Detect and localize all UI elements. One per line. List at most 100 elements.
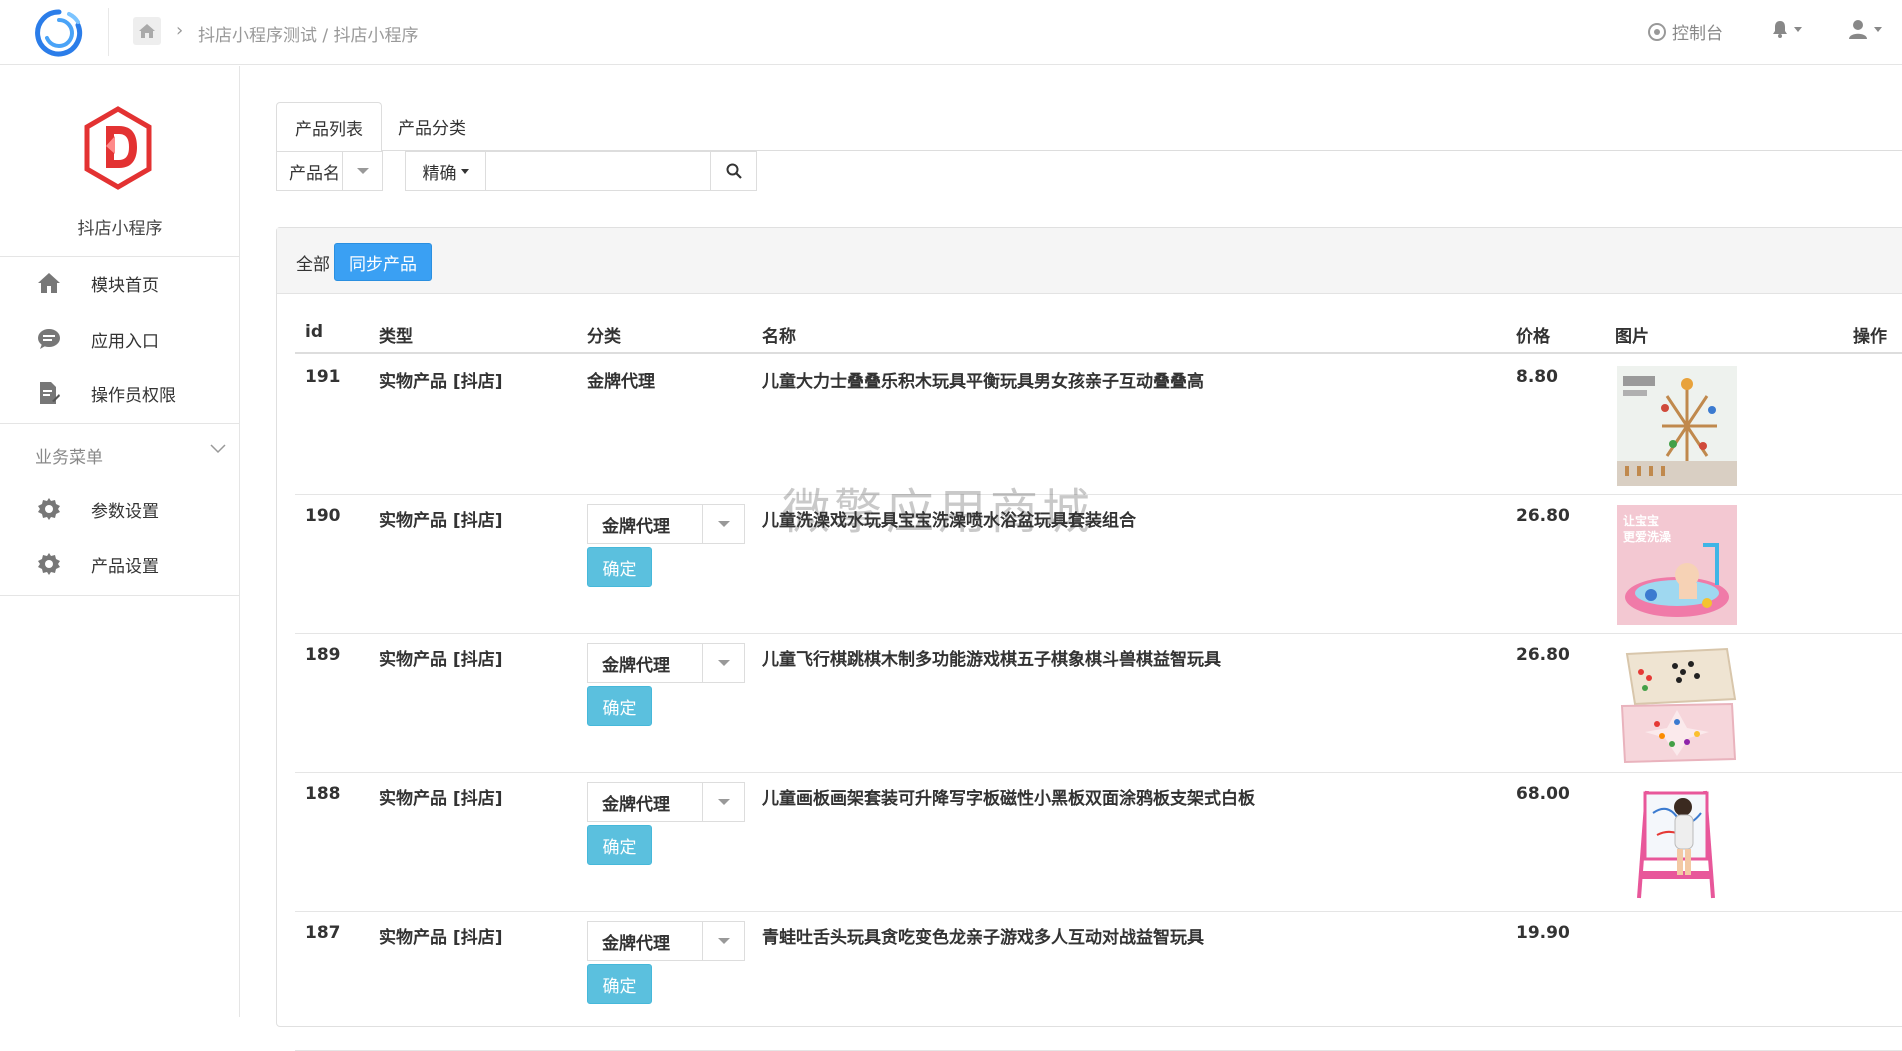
tab-product-list[interactable]: 产品列表 <box>276 102 382 152</box>
cell-price: 26.80 <box>1516 506 1570 526</box>
breadcrumb[interactable]: 抖店小程序测试 / 抖店小程序 <box>198 21 419 46</box>
document-edit-icon <box>36 380 62 406</box>
cell-price: 68.00 <box>1516 784 1570 804</box>
search-field-select[interactable]: 产品名 <box>276 151 383 191</box>
table-row: 190 实物产品 [抖店] 金牌代理 确定 儿童洗澡戏水玩具宝宝洗澡喷水浴盆玩具… <box>295 495 1902 634</box>
top-divider <box>108 8 109 56</box>
app-logo-icon <box>84 106 152 190</box>
product-image <box>1617 366 1737 486</box>
dropdown-toggle[interactable] <box>342 152 382 190</box>
column-header-id: id <box>305 322 323 342</box>
table-row: 188 实物产品 [抖店] 金牌代理 确定 儿童画板画架套装可升降写字板磁性小黑… <box>295 773 1902 912</box>
dropdown-toggle[interactable] <box>702 922 744 960</box>
home-icon <box>139 24 155 38</box>
cell-id: 191 <box>305 367 341 387</box>
column-header-category: 分类 <box>587 327 621 347</box>
app-name: 抖店小程序 <box>77 219 163 239</box>
panel-heading: 全部 同步产品 <box>277 228 1902 294</box>
cell-id: 188 <box>305 784 341 804</box>
category-select-value: 金牌代理 <box>602 933 670 954</box>
category-select[interactable]: 金牌代理 <box>587 921 745 961</box>
tab-product-category[interactable]: 产品分类 <box>382 102 482 151</box>
sidebar: 抖店小程序 模块首页 应用入口 操作员权限 业务菜单 参数设置 产品设置 <box>0 66 240 1017</box>
user-icon <box>1849 20 1867 39</box>
top-bar: › 抖店小程序测试 / 抖店小程序 控制台 <box>0 0 1902 65</box>
category-select-value: 金牌代理 <box>602 655 670 676</box>
column-header-name: 名称 <box>762 327 796 347</box>
column-header-price: 价格 <box>1516 327 1550 347</box>
cell-category: 金牌代理 <box>587 372 655 392</box>
search-input[interactable] <box>486 152 710 190</box>
sidebar-group-label: 业务菜单 <box>35 448 103 468</box>
sidebar-item-label: 模块首页 <box>91 275 159 296</box>
cell-price: 8.80 <box>1516 367 1558 387</box>
column-header-actions: 操作 <box>1853 327 1887 347</box>
confirm-category-button[interactable]: 确定 <box>587 686 652 726</box>
bell-icon <box>1773 21 1787 38</box>
category-select[interactable]: 金牌代理 <box>587 782 745 822</box>
divider <box>0 256 240 257</box>
dashboard-icon <box>1648 22 1666 41</box>
column-header-type: 类型 <box>379 327 413 347</box>
tab-bar: 产品列表 产品分类 <box>276 102 1902 152</box>
breadcrumb-separator-icon: › <box>176 20 184 41</box>
gear-icon <box>36 496 62 522</box>
product-image <box>1617 783 1737 903</box>
sidebar-item-label: 应用入口 <box>91 331 159 352</box>
product-image <box>1617 644 1737 764</box>
sidebar-item-operator-permissions[interactable]: 操作员权限 <box>0 370 240 416</box>
category-select[interactable]: 金牌代理 <box>587 643 745 683</box>
cell-price: 19.90 <box>1516 923 1570 943</box>
cell-type: 实物产品 [抖店] <box>379 511 503 531</box>
match-mode-label: 精确 <box>422 163 457 184</box>
cell-type: 实物产品 [抖店] <box>379 928 503 948</box>
sidebar-item-param-settings[interactable]: 参数设置 <box>0 486 240 532</box>
sidebar-item-label: 参数设置 <box>91 501 159 522</box>
chevron-down-icon <box>1874 26 1882 32</box>
divider <box>0 423 240 424</box>
filter-all-link[interactable]: 全部 <box>296 250 330 275</box>
dropdown-toggle[interactable] <box>702 644 744 682</box>
cell-id: 189 <box>305 645 341 665</box>
dropdown-toggle[interactable] <box>702 505 744 543</box>
confirm-category-button[interactable]: 确定 <box>587 547 652 587</box>
sync-products-button[interactable]: 同步产品 <box>334 243 432 281</box>
user-menu[interactable] <box>1848 19 1882 39</box>
search-button[interactable] <box>710 152 756 190</box>
column-header-image: 图片 <box>1615 327 1649 347</box>
cell-price: 26.80 <box>1516 645 1570 665</box>
confirm-category-button[interactable]: 确定 <box>587 825 652 865</box>
caret-down-icon <box>717 521 730 527</box>
category-select-value: 金牌代理 <box>602 516 670 537</box>
console-label: 控制台 <box>1672 24 1723 44</box>
match-mode-dropdown[interactable]: 精确 <box>406 152 486 190</box>
table-row: 187 实物产品 [抖店] 金牌代理 确定 青蛙吐舌头玩具贪吃变色龙亲子游戏多人… <box>295 912 1902 1051</box>
home-button[interactable] <box>133 17 161 45</box>
table-row: 191 实物产品 [抖店] 金牌代理 儿童大力士叠叠乐积木玩具平衡玩具男女孩亲子… <box>295 356 1902 495</box>
category-select[interactable]: 金牌代理 <box>587 504 745 544</box>
chevron-down-icon <box>1794 26 1802 32</box>
sidebar-item-app-entry[interactable]: 应用入口 <box>0 316 240 362</box>
table-header: id 类型 分类 名称 价格 图片 操作 <box>295 318 1902 354</box>
cell-name: 青蛙吐舌头玩具贪吃变色龙亲子游戏多人互动对战益智玩具 <box>762 928 1204 948</box>
dropdown-toggle[interactable] <box>702 783 744 821</box>
sidebar-item-product-settings[interactable]: 产品设置 <box>0 541 240 587</box>
caret-down-icon <box>356 168 369 174</box>
confirm-category-button[interactable]: 确定 <box>587 964 652 1004</box>
cell-id: 187 <box>305 923 341 943</box>
sidebar-item-label: 产品设置 <box>91 556 159 577</box>
product-image: 让宝宝 更爱洗澡 <box>1617 505 1737 625</box>
console-link[interactable]: 控制台 <box>1648 19 1723 44</box>
search-group: 精确 <box>405 151 757 191</box>
cell-name: 儿童画板画架套装可升降写字板磁性小黑板双面涂鸦板支架式白板 <box>762 789 1255 809</box>
chat-icon <box>36 326 62 352</box>
table-row: 189 实物产品 [抖店] 金牌代理 确定 儿童飞行棋跳棋木制多功能游戏棋五子棋… <box>295 634 1902 773</box>
sidebar-item-module-home[interactable]: 模块首页 <box>0 260 240 306</box>
sidebar-item-label: 操作员权限 <box>91 385 176 406</box>
platform-logo-icon[interactable] <box>34 8 84 58</box>
home-icon <box>36 270 62 296</box>
notifications-dropdown[interactable] <box>1772 20 1802 38</box>
svg-text:让宝宝: 让宝宝 <box>1623 513 1659 528</box>
cell-name: 儿童洗澡戏水玩具宝宝洗澡喷水浴盆玩具套装组合 <box>762 511 1136 531</box>
gear-icon <box>36 551 62 577</box>
